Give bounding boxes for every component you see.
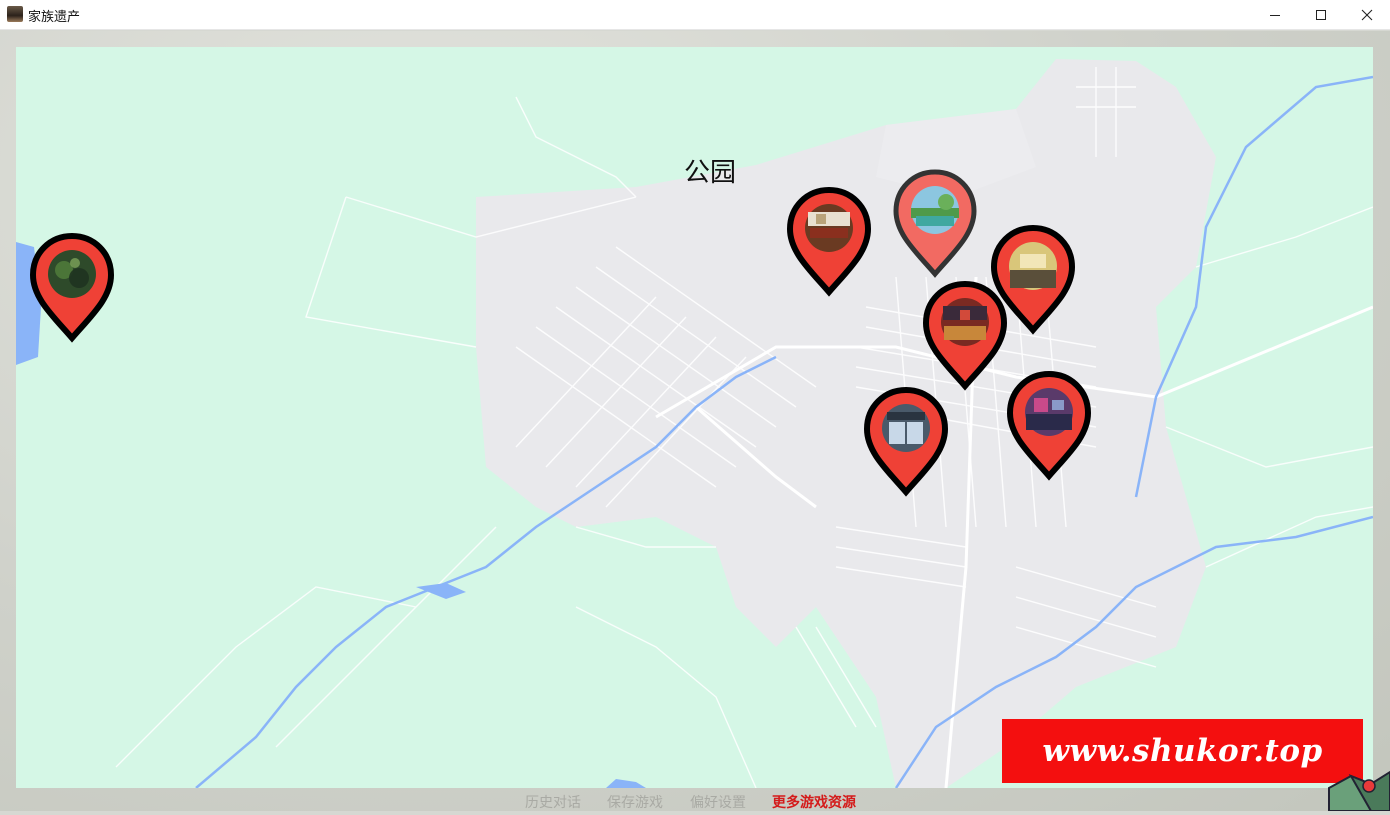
window-titlebar: 家族遗产 <box>0 0 1390 30</box>
map-pin-forest[interactable] <box>29 232 115 344</box>
town-map: 公园 <box>16 47 1373 788</box>
app-icon <box>7 6 23 22</box>
location-pin-icon <box>786 186 872 297</box>
window-title: 家族遗产 <box>28 10 81 25</box>
quick-menu: 历史对话 保存游戏 偏好设置 更多游戏资源 <box>0 792 1390 811</box>
watermark-banner: www.shukor.top <box>1002 719 1363 783</box>
history-button[interactable]: 历史对话 <box>525 792 581 812</box>
minimize-icon <box>1270 15 1280 16</box>
map-pin-office[interactable] <box>786 186 872 298</box>
location-pin-icon <box>863 386 949 497</box>
minimize-button[interactable] <box>1252 0 1298 30</box>
map-pin-plaza[interactable] <box>1006 370 1092 482</box>
location-title: 公园 <box>683 158 736 188</box>
location-pin-icon <box>922 280 1008 391</box>
maximize-button[interactable] <box>1298 0 1344 30</box>
preferences-button[interactable]: 偏好设置 <box>690 792 746 812</box>
location-pin-icon <box>29 232 115 343</box>
close-button[interactable] <box>1344 0 1390 30</box>
save-game-button[interactable]: 保存游戏 <box>607 792 663 812</box>
corner-emblem-icon <box>1325 758 1390 812</box>
map-pin-park[interactable] <box>892 168 978 280</box>
location-pin-icon <box>893 169 977 278</box>
map-pin-library[interactable] <box>922 280 1008 392</box>
close-icon <box>1361 9 1373 21</box>
location-pin-icon <box>1006 370 1092 481</box>
map-pin-storefront[interactable] <box>863 386 949 498</box>
watermark-text: www.shukor.top <box>1042 733 1323 769</box>
maximize-icon <box>1316 10 1326 20</box>
more-resources-link[interactable]: 更多游戏资源 <box>772 792 856 812</box>
